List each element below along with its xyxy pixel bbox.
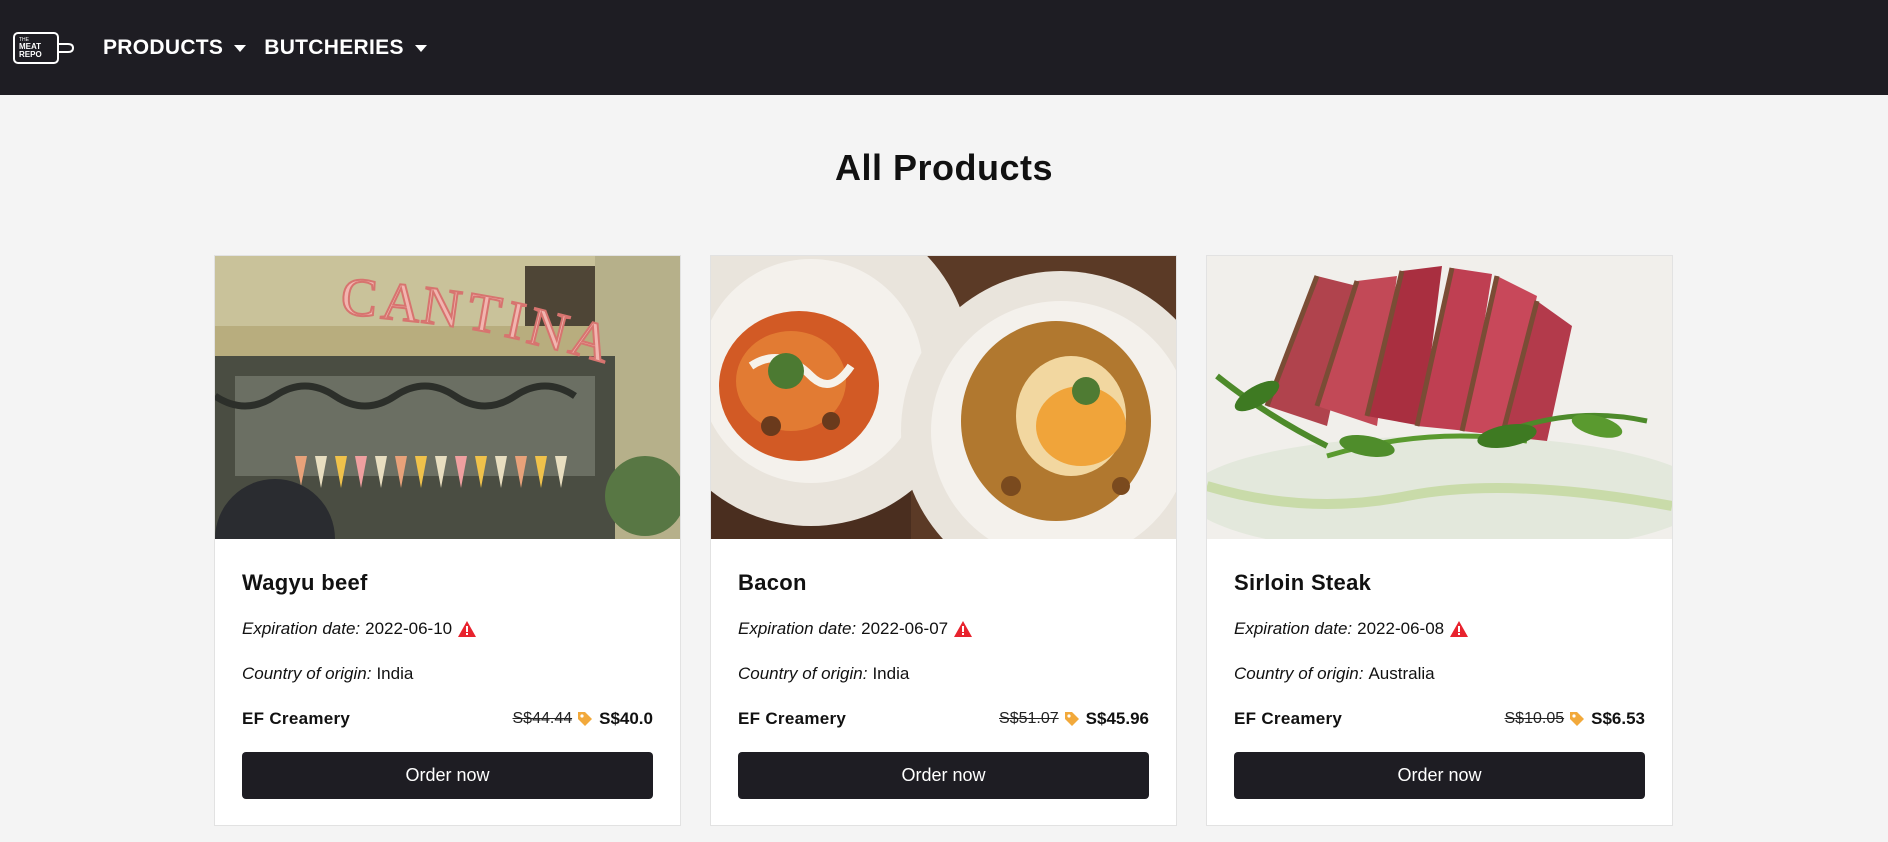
new-price: S$6.53 — [1591, 709, 1645, 728]
seller-name[interactable]: EF Creamery — [738, 709, 846, 729]
warning-icon — [458, 621, 477, 637]
nav-products-label: PRODUCTS — [103, 35, 224, 59]
origin-row: Country of origin: Australia — [1234, 663, 1645, 685]
seller-price-row: EF Creamery S$10.05 S$6.53 — [1234, 708, 1645, 730]
order-now-button[interactable]: Order now — [1234, 752, 1645, 799]
price-tag-icon — [1569, 711, 1585, 727]
expiration-row: Expiration date: 2022-06-08 — [1234, 618, 1645, 640]
expiration-date: 2022-06-08 — [1357, 619, 1445, 638]
expiration-label: Expiration date: — [738, 619, 857, 638]
product-image[interactable] — [1207, 256, 1672, 539]
price-tag-icon — [577, 711, 593, 727]
product-card: Sirloin Steak Expiration date: 2022-06-0… — [1206, 255, 1673, 826]
origin-row: Country of origin: India — [242, 663, 653, 685]
svg-text:C: C — [339, 266, 379, 328]
logo-text-repo: REPO — [19, 50, 42, 59]
origin-label: Country of origin: — [738, 664, 868, 683]
old-price: S$10.05 — [1504, 710, 1565, 727]
logo[interactable]: THE MEAT REPO — [13, 30, 75, 66]
svg-text:N: N — [418, 274, 465, 339]
product-image[interactable]: C A N T I N A — [215, 256, 680, 539]
price-group: S$10.05 S$6.53 — [1505, 709, 1646, 729]
product-name[interactable]: Wagyu beef — [242, 570, 653, 595]
navbar: THE MEAT REPO PRODUCTS BUTCHERIES — [0, 0, 1888, 95]
price-group: S$51.07 S$45.96 — [999, 709, 1149, 729]
product-name[interactable]: Bacon — [738, 570, 1149, 595]
origin-row: Country of origin: India — [738, 663, 1149, 685]
product-card: C A N T I N A Wagyu beef Expiration date… — [214, 255, 681, 826]
warning-icon — [1450, 621, 1469, 637]
page-title: All Products — [834, 147, 1054, 188]
origin-value: India — [376, 664, 414, 683]
product-name[interactable]: Sirloin Steak — [1234, 570, 1645, 595]
expiration-date: 2022-06-10 — [365, 619, 453, 638]
old-price: S$51.07 — [999, 710, 1059, 727]
product-card: Bacon Expiration date: 2022-06-07 Countr… — [710, 255, 1177, 826]
expiration-row: Expiration date: 2022-06-07 — [738, 618, 1149, 640]
caret-down-icon — [414, 45, 427, 52]
new-price: S$40.0 — [599, 709, 653, 728]
origin-label: Country of origin: — [242, 664, 372, 683]
seller-price-row: EF Creamery S$51.07 S$45.96 — [738, 708, 1149, 730]
product-image[interactable] — [711, 256, 1176, 539]
origin-label: Country of origin: — [1234, 664, 1364, 683]
origin-value: Australia — [1368, 664, 1435, 683]
svg-text:A: A — [379, 270, 424, 334]
order-now-button[interactable]: Order now — [242, 752, 653, 799]
nav-butcheries-label: BUTCHERIES — [264, 35, 404, 59]
nav-butcheries-dropdown[interactable]: BUTCHERIES — [264, 36, 427, 60]
warning-icon — [954, 621, 973, 637]
nav-products-dropdown[interactable]: PRODUCTS — [103, 35, 247, 60]
expiration-row: Expiration date: 2022-06-10 — [242, 618, 653, 640]
expiration-date: 2022-06-07 — [861, 619, 949, 638]
seller-name[interactable]: EF Creamery — [242, 709, 350, 729]
caret-down-icon — [234, 45, 247, 52]
new-price: S$45.96 — [1085, 709, 1149, 728]
expiration-label: Expiration date: — [1234, 619, 1353, 638]
seller-name[interactable]: EF Creamery — [1234, 709, 1342, 729]
price-tag-icon — [1064, 711, 1080, 727]
expiration-label: Expiration date: — [242, 619, 361, 638]
origin-value: India — [872, 664, 910, 683]
price-group: S$44.44 S$40.0 — [513, 709, 654, 729]
product-grid: C A N T I N A Wagyu beef Expiration date… — [214, 255, 1673, 826]
order-now-button[interactable]: Order now — [738, 752, 1149, 799]
seller-price-row: EF Creamery S$44.44 S$40.0 — [242, 708, 653, 730]
old-price: S$44.44 — [512, 710, 573, 727]
